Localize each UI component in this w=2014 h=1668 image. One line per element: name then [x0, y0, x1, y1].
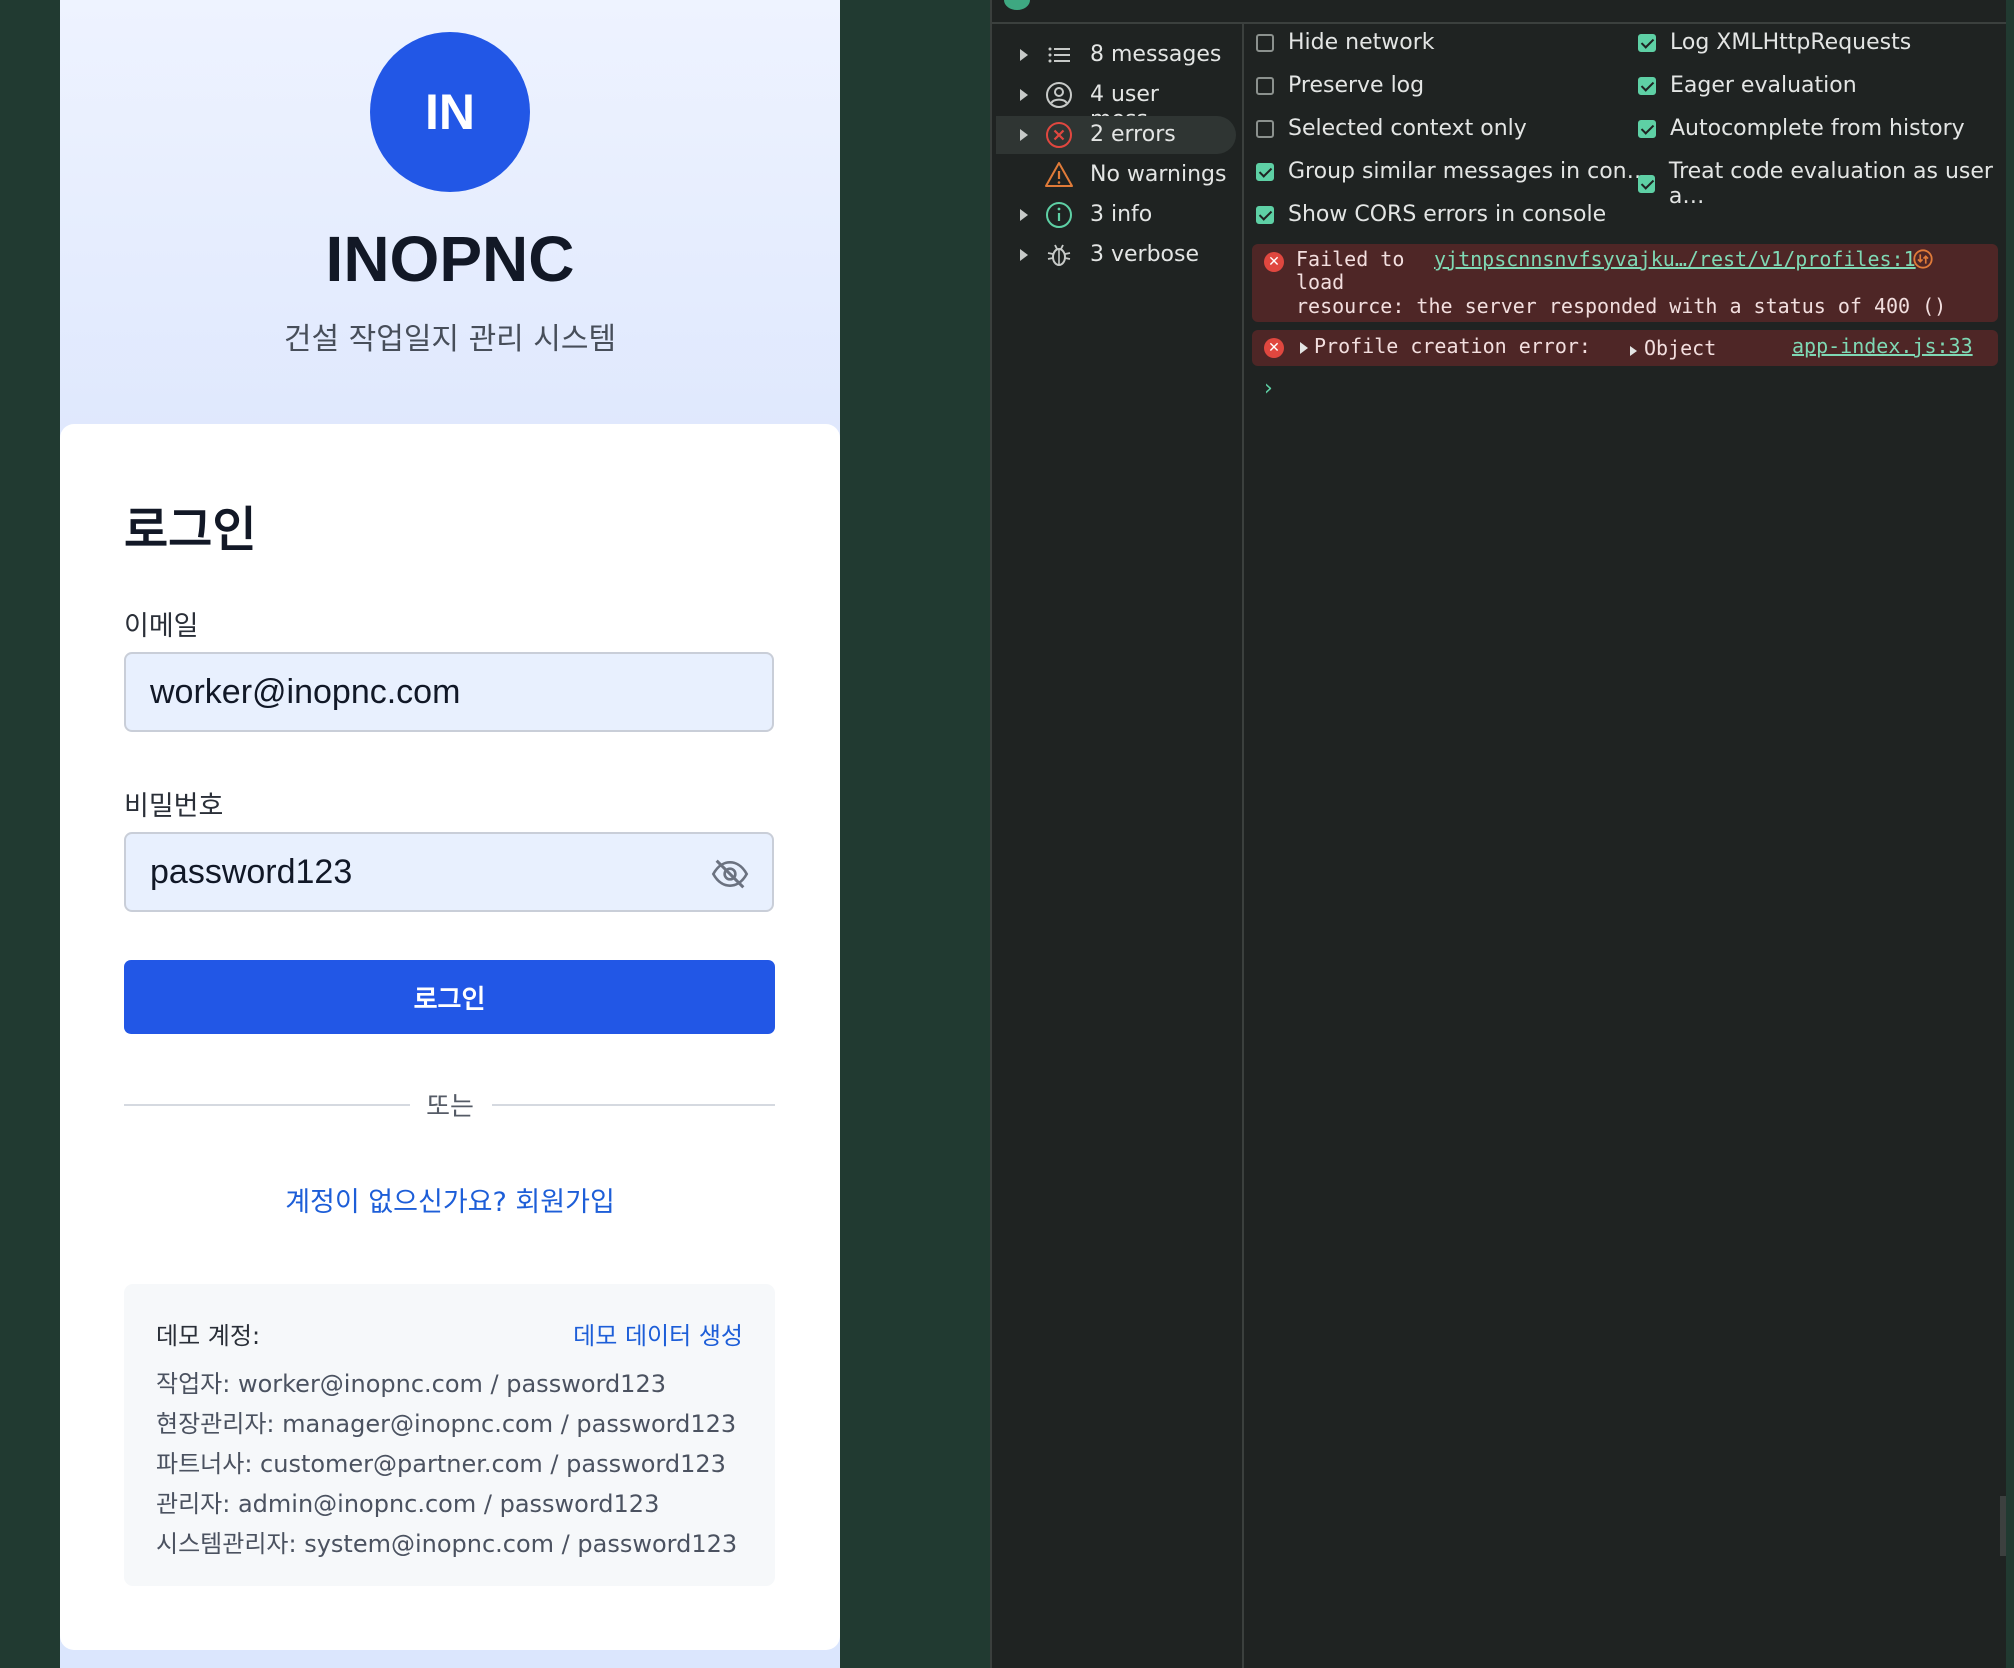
checkbox[interactable]: [1256, 205, 1274, 224]
brand-subtitle: 건설 작업일지 관리 시스템: [283, 322, 617, 357]
sidebar-label: 3 info: [1090, 202, 1153, 227]
sidebar-item-user-messages[interactable]: 4 user mess…: [996, 76, 1236, 132]
sidebar-item-warnings[interactable]: No warnings: [996, 156, 1236, 194]
setting-cors-errors[interactable]: Show CORS errors in console: [1256, 202, 1606, 227]
email-field[interactable]: worker@inopnc.com: [124, 652, 774, 732]
setting-label: Show CORS errors in console: [1288, 202, 1607, 227]
setting-label: Eager evaluation: [1670, 73, 1857, 98]
password-field[interactable]: password123: [124, 832, 774, 912]
setting-log-xhr[interactable]: Log XMLHttpRequests: [1638, 30, 1911, 55]
setting-treat-code-eval[interactable]: Treat code evaluation as user a…: [1638, 159, 2006, 209]
scrollbar[interactable]: [2000, 1496, 2006, 1556]
brand-title: INOPNC: [325, 223, 575, 295]
console-prompt[interactable]: ›: [1264, 376, 1273, 401]
error-icon: ✕: [1264, 252, 1284, 272]
error-icon: [1046, 122, 1072, 148]
email-value: worker@inopnc.com: [150, 672, 461, 711]
info-icon: [1046, 202, 1072, 228]
error-text: Failed to: [1296, 247, 1405, 271]
checkbox[interactable]: [1256, 76, 1274, 95]
setting-label: Hide network: [1288, 30, 1435, 55]
bug-icon: [1047, 244, 1071, 266]
sidebar-label: 2 errors: [1090, 122, 1176, 147]
checkbox[interactable]: [1638, 119, 1656, 138]
login-app: IN INOPNC 건설 작업일지 관리 시스템 로그인 이메일 worker@…: [60, 0, 840, 1668]
checkbox[interactable]: [1638, 175, 1655, 193]
error-source-link[interactable]: yjtnpscnnsnvfsyvajku…/rest/v1/profiles:1: [1434, 247, 1916, 271]
sidebar-label: 3 verbose: [1090, 242, 1200, 267]
demo-account-line: 관리자: admin@inopnc.com / password123: [156, 1490, 660, 1518]
setting-label: Log XMLHttpRequests: [1670, 30, 1912, 55]
expand-arrow-icon[interactable]: [1630, 346, 1637, 356]
error-object[interactable]: Object: [1644, 336, 1716, 360]
sidebar-label: No warnings: [1090, 162, 1227, 187]
setting-eager-eval[interactable]: Eager evaluation: [1638, 73, 1857, 98]
error-text: resource: the server responded with a st…: [1296, 294, 1947, 318]
checkbox[interactable]: [1638, 33, 1656, 52]
devtools-toolbar: [992, 0, 2006, 24]
demo-title: 데모 계정:: [156, 1322, 261, 1350]
setting-hide-network[interactable]: Hide network: [1256, 30, 1435, 55]
hero-header: IN INOPNC 건설 작업일지 관리 시스템: [60, 0, 840, 440]
demo-account-line: 작업자: worker@inopnc.com / password123: [156, 1370, 666, 1398]
password-label: 비밀번호: [124, 791, 224, 822]
password-value: password123: [150, 852, 353, 891]
expand-arrow-icon[interactable]: [1020, 209, 1028, 221]
error-source-link[interactable]: app-index.js:33: [1792, 334, 1973, 358]
demo-account-line: 시스템관리자: system@inopnc.com / password123: [156, 1530, 738, 1558]
demo-account-line: 파트너사: customer@partner.com / password123: [156, 1450, 726, 1478]
divider-label: 또는: [426, 1092, 474, 1122]
setting-selected-context[interactable]: Selected context only: [1256, 116, 1527, 141]
eye-off-icon[interactable]: [710, 854, 750, 894]
setting-preserve-log[interactable]: Preserve log: [1256, 73, 1424, 98]
expand-arrow-icon[interactable]: [1020, 249, 1028, 261]
network-request-icon[interactable]: [1912, 248, 1934, 270]
checkbox[interactable]: [1256, 162, 1274, 181]
console-error-row[interactable]: ✕ Profile creation error: Object app-ind…: [1252, 330, 1998, 366]
sidebar-item-messages[interactable]: 8 messages: [996, 36, 1236, 74]
console-error-row[interactable]: ✕ Failed to load resource: the server re…: [1252, 244, 1998, 322]
email-label: 이메일: [124, 611, 199, 642]
demo-accounts-box: 데모 계정: 데모 데이터 생성 작업자: worker@inopnc.com …: [124, 1284, 775, 1586]
sidebar-item-errors[interactable]: 2 errors: [996, 116, 1236, 154]
expand-arrow-icon[interactable]: [1020, 129, 1028, 141]
user-icon: [1046, 82, 1072, 108]
setting-autocomplete[interactable]: Autocomplete from history: [1638, 116, 1965, 141]
devtools-console: 8 messages 4 user mess… 2 errors: [990, 0, 2006, 1668]
setting-group-similar[interactable]: Group similar messages in con…: [1256, 159, 1649, 184]
demo-account-line: 현장관리자: manager@inopnc.com / password123: [156, 1410, 737, 1438]
warning-icon: [1045, 162, 1073, 187]
login-card: 로그인 이메일 worker@inopnc.com 비밀번호 password1…: [60, 424, 840, 1650]
setting-label: Autocomplete from history: [1670, 116, 1965, 141]
checkbox[interactable]: [1256, 33, 1274, 52]
setting-label: Preserve log: [1288, 73, 1425, 98]
expand-arrow-icon[interactable]: [1020, 49, 1028, 61]
error-text: Profile creation error:: [1314, 334, 1591, 358]
checkbox[interactable]: [1256, 119, 1274, 138]
error-text: load: [1296, 270, 1345, 294]
sidebar-item-verbose[interactable]: 3 verbose: [996, 236, 1236, 274]
settings-gear-icon[interactable]: [1004, 0, 1030, 10]
expand-arrow-icon[interactable]: [1300, 342, 1308, 354]
list-icon: [1048, 47, 1070, 63]
setting-label: Treat code evaluation as user a…: [1668, 159, 1993, 209]
logo-badge: IN: [370, 32, 530, 192]
checkbox[interactable]: [1638, 76, 1656, 95]
login-button[interactable]: 로그인: [124, 960, 775, 1034]
setting-label: Group similar messages in con…: [1288, 159, 1649, 184]
setting-label: Selected context only: [1288, 116, 1527, 141]
signup-link[interactable]: 계정이 없으신가요? 회원가입: [60, 1180, 840, 1219]
sidebar-item-info[interactable]: 3 info: [996, 196, 1236, 234]
error-icon: ✕: [1264, 338, 1284, 358]
sidebar-label: 8 messages: [1090, 42, 1222, 67]
login-heading: 로그인: [124, 502, 257, 558]
generate-demo-link[interactable]: 데모 데이터 생성: [573, 1316, 743, 1351]
console-sidebar: 8 messages 4 user mess… 2 errors: [992, 24, 1244, 1668]
expand-arrow-icon[interactable]: [1020, 89, 1028, 101]
